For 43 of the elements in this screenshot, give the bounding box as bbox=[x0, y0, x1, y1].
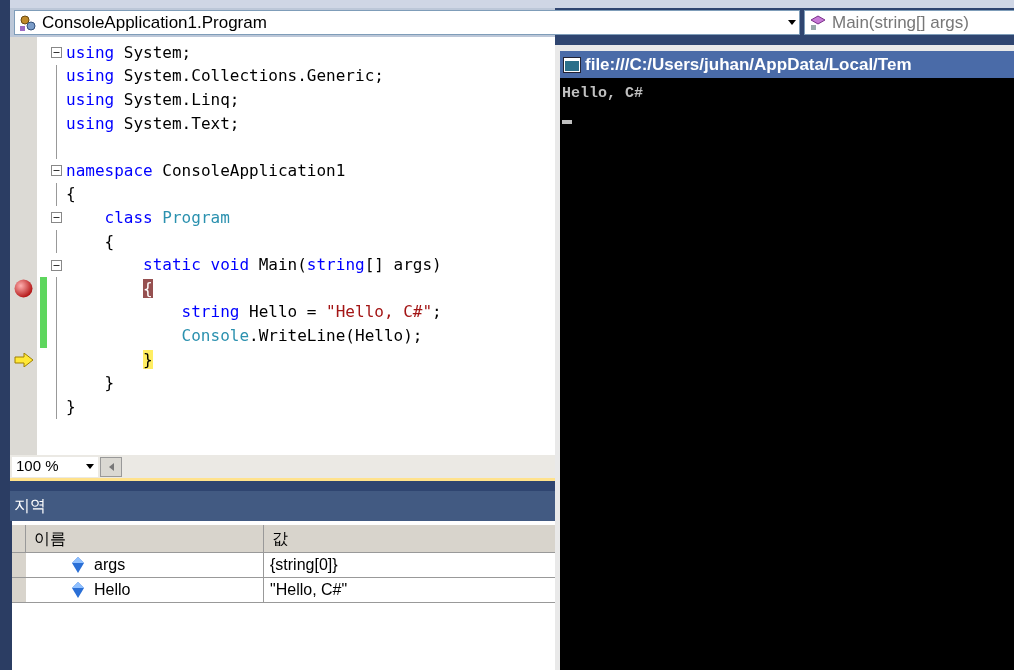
collapse-icon[interactable] bbox=[51, 259, 62, 271]
code-line: } bbox=[103, 375, 115, 392]
code-line: class Program bbox=[103, 209, 230, 226]
member-combo[interactable]: Main(string[] args) bbox=[804, 10, 1014, 35]
scroll-left-button[interactable] bbox=[100, 456, 122, 477]
member-name: Main(string[] args) bbox=[832, 11, 969, 34]
column-header[interactable]: 값 bbox=[264, 525, 555, 552]
variable-value: {string[0]} bbox=[270, 555, 338, 575]
variable-value: "Hello, C#" bbox=[270, 580, 348, 600]
variable-icon bbox=[72, 582, 84, 598]
type-name: ConsoleApplication1.Program bbox=[42, 11, 268, 34]
left-arrow-icon bbox=[108, 462, 114, 471]
code-line: using System; bbox=[66, 44, 192, 61]
code-line: Console.WriteLine(Hello); bbox=[180, 327, 423, 344]
zoom-level: 100 % bbox=[16, 456, 59, 477]
caret-icon bbox=[86, 464, 94, 469]
variable-icon bbox=[72, 557, 84, 573]
collapse-icon[interactable] bbox=[51, 165, 62, 177]
text-cursor bbox=[562, 120, 572, 124]
code-line: using System.Linq; bbox=[66, 92, 240, 108]
caret-icon bbox=[788, 20, 796, 25]
collapse-icon[interactable] bbox=[51, 212, 62, 224]
code-line: static void Main(string[] args) bbox=[142, 257, 442, 274]
code-line: namespace ConsoleApplication1 bbox=[66, 162, 346, 179]
zoom-combo[interactable]: 100 % bbox=[12, 456, 98, 477]
breakpoint-icon[interactable] bbox=[14, 279, 33, 299]
code-line: using System.Text; bbox=[66, 115, 240, 132]
console-title: file:///C:/Users/juhan/AppData/Local/Tem bbox=[585, 53, 912, 76]
method-icon bbox=[808, 13, 828, 32]
console-icon bbox=[563, 56, 581, 73]
code-line: { bbox=[66, 186, 76, 203]
console-text: Hello, C# bbox=[562, 84, 643, 104]
code-line: using System.Collections.Generic; bbox=[66, 68, 384, 85]
code-line: { bbox=[103, 233, 115, 250]
code-line: } bbox=[66, 398, 76, 415]
variable-name: args bbox=[94, 555, 126, 575]
code-line: string Hello = "Hello, C#"; bbox=[180, 304, 442, 321]
type-combo[interactable]: ConsoleApplication1.Program bbox=[14, 10, 800, 35]
variable-name: Hello bbox=[94, 580, 131, 600]
panel-title: 지역 bbox=[14, 496, 46, 516]
column-header[interactable]: 이름 bbox=[26, 525, 264, 552]
collapse-icon[interactable] bbox=[51, 47, 62, 59]
class-icon bbox=[18, 13, 38, 32]
